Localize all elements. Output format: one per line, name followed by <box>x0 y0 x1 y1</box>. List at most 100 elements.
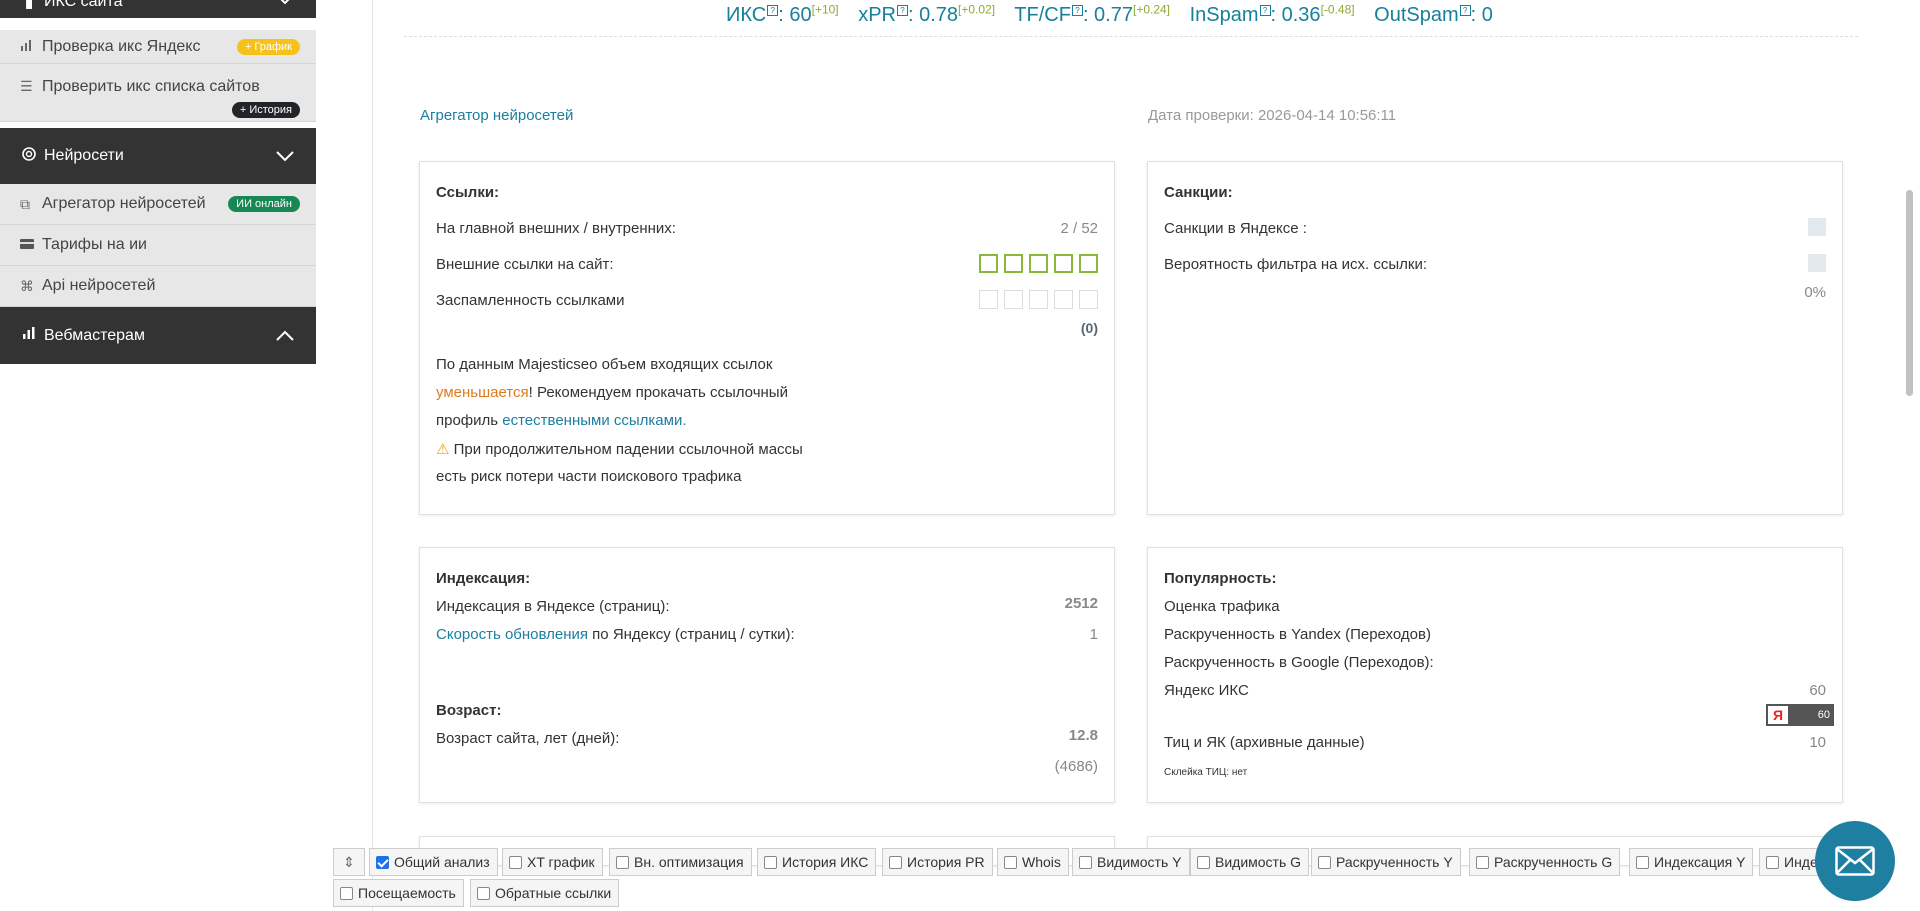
checkbox[interactable] <box>764 855 777 869</box>
traffic-estimate-link[interactable]: Оценка трафика <box>1164 598 1280 615</box>
checkbox[interactable] <box>1004 855 1017 869</box>
sidebar-section-webmasters[interactable]: Вебмастерам <box>0 307 316 364</box>
age-value: 12.8 <box>1068 727 1098 744</box>
envelope-icon <box>1835 846 1875 876</box>
level-square <box>1029 290 1048 309</box>
tab-general-analysis[interactable]: Общий анализ <box>369 848 498 876</box>
tab-iks-history[interactable]: История ИКС <box>757 848 877 876</box>
sidebar-section-iks[interactable]: ▮ ИКС сайта <box>0 0 316 18</box>
update-speed-link[interactable]: Скорость обновления <box>436 626 588 643</box>
sidebar-item-api[interactable]: ⌘ Api нейросетей <box>0 266 316 307</box>
row-label: Индексация в Яндексе (страниц): <box>436 598 670 615</box>
status-box <box>1808 218 1826 236</box>
tab-internal-optimization[interactable]: Вн. оптимизация <box>609 848 752 876</box>
metric-tfcf: TF/CF?: 0.77[+0.24] <box>1014 2 1171 26</box>
feedback-button[interactable] <box>1815 821 1895 901</box>
checkbox[interactable] <box>889 855 902 869</box>
aggregator-link[interactable]: Агрегатор нейросетей <box>420 107 573 124</box>
row-label: Возраст сайта, лет (дней): <box>436 730 620 747</box>
list-icon: ☰ <box>20 78 33 94</box>
majestic-text: По данным Majesticseo объем входящих ссы… <box>436 356 773 373</box>
level-square <box>1054 290 1073 309</box>
sidebar-section-label: Нейросети <box>44 147 124 164</box>
checkbox[interactable] <box>509 855 522 869</box>
tab-traffic[interactable]: Посещаемость <box>333 879 464 907</box>
sidebar-item-aggregator[interactable]: ⧉ Агрегатор нейросетей ИИ онлайн <box>0 184 316 225</box>
popularity-card: Популярность: Оценка трафика Раскрученно… <box>1147 547 1843 803</box>
level-square <box>979 290 998 309</box>
level-square <box>1054 254 1073 273</box>
checkbox[interactable] <box>1079 855 1092 869</box>
level-square <box>979 254 998 273</box>
help-icon[interactable]: ? <box>1259 5 1271 16</box>
help-icon[interactable]: ? <box>897 5 908 16</box>
row-label: Санкции в Яндексе : <box>1164 220 1307 237</box>
checkbox[interactable] <box>340 886 353 900</box>
sidebar-item-label: Проверка икс Яндекс <box>42 37 201 55</box>
tab-promotion-g[interactable]: Раскрученность G <box>1469 848 1621 876</box>
help-icon[interactable]: ? <box>1459 5 1471 16</box>
row-value: 1 <box>1089 626 1098 643</box>
chevron-down-icon <box>276 151 294 162</box>
help-icon[interactable]: ? <box>1071 5 1083 16</box>
card-title: Популярность: <box>1164 570 1277 587</box>
spam-links-link[interactable]: Заспамленность ссылками <box>436 292 625 309</box>
tab-xt-chart[interactable]: XT график <box>502 848 603 876</box>
checkbox[interactable] <box>1476 855 1489 869</box>
sidebar-item-tariffs[interactable]: Тарифы на ии <box>0 225 316 266</box>
row-value: 2 / 52 <box>1060 220 1098 237</box>
collapse-button[interactable]: ⇕ <box>333 848 365 876</box>
bar-chart-icon <box>20 326 38 345</box>
natural-links-link[interactable]: естественными ссылками. <box>502 412 686 429</box>
badge-graph: + График <box>236 38 300 55</box>
scrollbar[interactable] <box>1906 190 1913 396</box>
checkbox[interactable] <box>477 886 490 900</box>
tab-visibility-g[interactable]: Видимость G <box>1190 848 1310 876</box>
help-icon[interactable]: ? <box>767 5 779 16</box>
checkbox[interactable] <box>376 855 389 869</box>
sidebar-item-label: Тарифы на ии <box>42 236 147 253</box>
glue-note: Склейка ТИЦ: нет <box>1164 767 1248 778</box>
check-date: Дата проверки: 2026-04-14 10:56:11 <box>1148 107 1397 124</box>
checkbox[interactable] <box>1197 855 1210 869</box>
checkbox[interactable] <box>616 855 629 869</box>
checkbox[interactable] <box>1636 855 1649 869</box>
row-label: Скорость обновления по Яндексу (страниц … <box>436 626 795 643</box>
row-label: Раскрученность в Google (Переходов): <box>1164 654 1434 671</box>
warning-text: есть риск потери части поискового трафик… <box>436 468 742 485</box>
card-title: Индексация: <box>436 570 531 587</box>
chart-icon: ▮ <box>24 0 34 11</box>
bar-chart-icon <box>20 38 36 55</box>
tab-promotion-y[interactable]: Раскрученность Y <box>1311 848 1461 876</box>
badge-history: + История <box>231 102 300 118</box>
openai-icon <box>20 146 38 167</box>
chevron-up-icon <box>276 330 294 341</box>
tab-backlinks[interactable]: Обратные ссылки <box>470 879 620 907</box>
tab-visibility-y[interactable]: Видимость Y <box>1072 848 1190 876</box>
links-card: Ссылки: На главной внешних / внутренних:… <box>419 161 1115 515</box>
yandex-iks-link[interactable]: Яндекс ИКС <box>1164 682 1249 699</box>
checkbox[interactable] <box>1318 855 1331 869</box>
sidebar-section-ai[interactable]: Нейросети <box>0 128 316 184</box>
row-value: 10 <box>1809 734 1826 751</box>
spam-value: (0) <box>1080 320 1098 336</box>
tab-pr-history[interactable]: История PR <box>882 848 993 876</box>
card-title: Ссылки: <box>436 184 500 201</box>
level-square <box>1004 290 1023 309</box>
row-label: Внешние ссылки на сайт: <box>436 256 614 273</box>
sitemap-icon: ⧉ <box>20 195 30 212</box>
divider <box>404 36 1858 37</box>
row-value: 60 <box>1809 682 1826 699</box>
tab-indexing-y[interactable]: Индексация Y <box>1629 848 1754 876</box>
collapse-icon: ⇕ <box>343 853 355 870</box>
yandex-icon: Я <box>1768 706 1788 724</box>
row-label: Раскрученность в Yandex (Переходов) <box>1164 626 1431 643</box>
level-square <box>1079 290 1098 309</box>
checkbox[interactable] <box>1766 855 1779 869</box>
sidebar-item-iks-list[interactable]: ☰ Проверить икс списка сайтов + История <box>0 64 316 122</box>
command-icon: ⌘ <box>20 277 34 294</box>
tab-whois[interactable]: Whois <box>997 848 1069 876</box>
row-label: На главной внешних / внутренних: <box>436 220 676 237</box>
indexing-card: Индексация: Индексация в Яндексе (страни… <box>419 547 1115 803</box>
sidebar-item-iks-check[interactable]: Проверка икс Яндекс + График <box>0 30 316 64</box>
